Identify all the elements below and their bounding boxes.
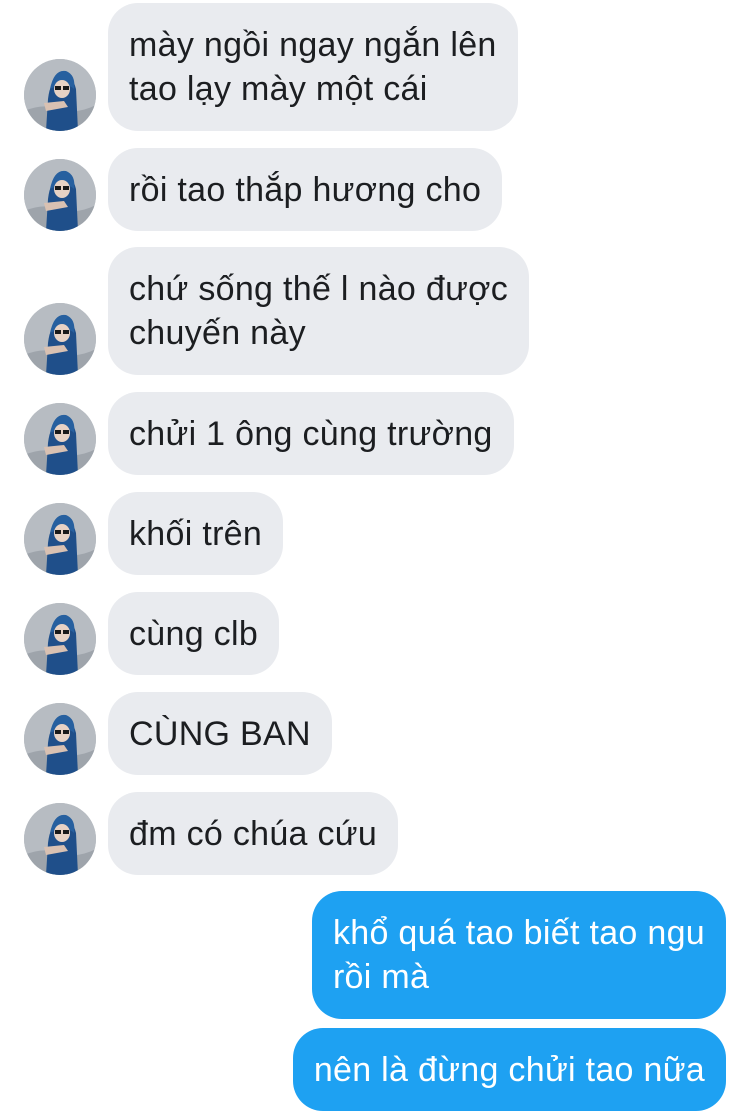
contact-avatar-photo-icon (24, 159, 96, 231)
contact-avatar-photo-icon (24, 803, 96, 875)
message-bubble[interactable]: đm có chúa cứu (108, 792, 399, 875)
contact-avatar-photo-icon (24, 503, 96, 575)
contact-avatar-photo-icon (24, 403, 96, 475)
contact-avatar[interactable] (24, 403, 96, 475)
contact-avatar-photo-icon (24, 703, 96, 775)
contact-avatar-photo-icon (24, 303, 96, 375)
message-bubble[interactable]: CÙNG BAN (108, 692, 332, 775)
contact-avatar[interactable] (24, 803, 96, 875)
message-bubble[interactable]: cùng clb (108, 592, 280, 675)
message-bubble[interactable]: rồi tao thắp hương cho (108, 148, 503, 231)
contact-avatar[interactable] (24, 603, 96, 675)
contact-avatar[interactable] (24, 503, 96, 575)
contact-avatar[interactable] (24, 159, 96, 231)
contact-avatar[interactable] (24, 303, 96, 375)
contact-avatar[interactable] (24, 703, 96, 775)
message-bubble[interactable]: chứ sống thế l nào được chuyến này (108, 247, 530, 375)
message-bubble[interactable]: chửi 1 ông cùng trường (108, 392, 514, 475)
message-bubble-sent[interactable]: nên là đừng chửi tao nữa (292, 1028, 726, 1111)
contact-avatar-photo-icon (24, 59, 96, 131)
message-bubble[interactable]: mày ngồi ngay ngắn lên tao lạy mày một c… (108, 3, 518, 131)
contact-avatar[interactable] (24, 59, 96, 131)
contact-avatar-photo-icon (24, 603, 96, 675)
message-bubble[interactable]: khối trên (108, 492, 284, 575)
message-thread: mày ngồi ngay ngắn lên tao lạy mày một c… (0, 0, 750, 1116)
message-bubble-sent[interactable]: khổ quá tao biết tao ngu rồi mà (311, 891, 726, 1019)
